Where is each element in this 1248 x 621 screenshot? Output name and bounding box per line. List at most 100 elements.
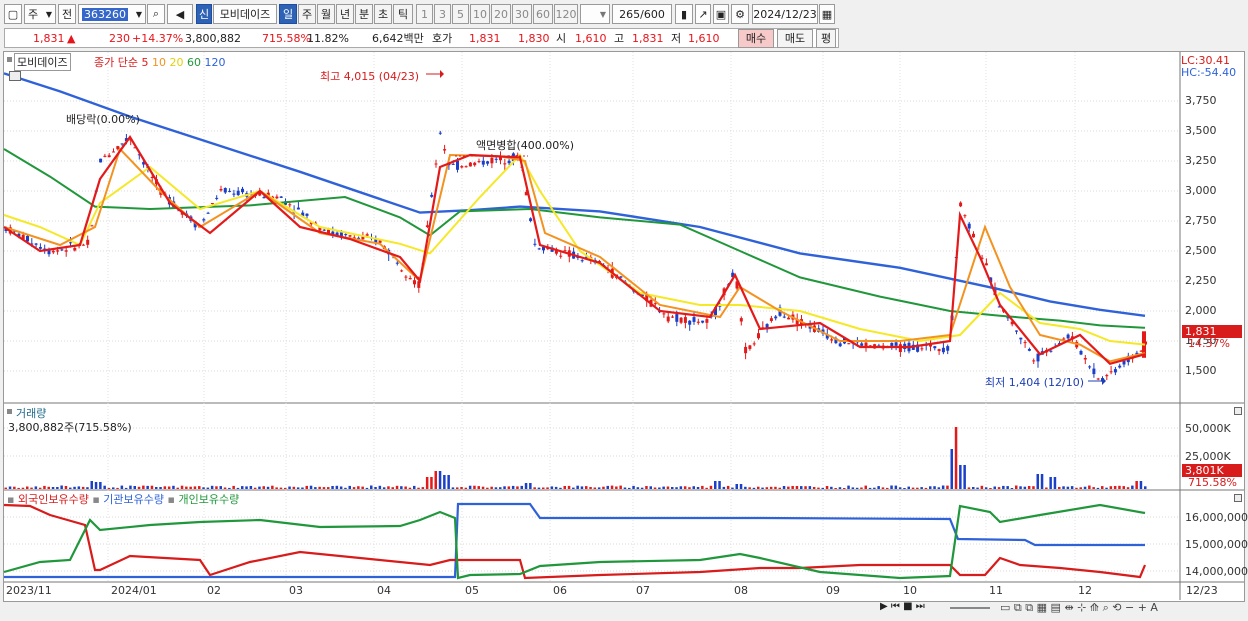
price-ytick: 3,250 — [1185, 154, 1217, 167]
volume-bar — [1023, 486, 1027, 489]
ma60-line — [3, 148, 1146, 329]
tool-icon[interactable]: ⟲ — [1112, 601, 1121, 614]
volume-bar — [443, 475, 446, 489]
stop-icon[interactable]: ■ — [903, 601, 912, 612]
volume-bar — [778, 487, 781, 489]
volume-bar — [744, 486, 747, 489]
volume-bar — [305, 485, 308, 489]
zoom-in-icon[interactable]: + — [1138, 601, 1147, 614]
volume-bar — [219, 486, 222, 489]
candle-body — [701, 320, 705, 323]
volume-bar — [73, 486, 76, 489]
volume-bar — [735, 484, 738, 489]
volume-bar — [296, 487, 300, 489]
volume-bar — [503, 486, 506, 489]
price-current-pct: 14.37% — [1188, 337, 1230, 350]
panel-icon[interactable] — [7, 57, 12, 62]
candle-body — [51, 250, 55, 253]
volume-bar — [782, 486, 786, 489]
zoom-out-icon[interactable]: − — [1125, 601, 1134, 614]
panel-icon[interactable] — [7, 409, 12, 414]
tool-icon[interactable]: ⌕ — [1103, 601, 1109, 614]
candle-body — [395, 262, 399, 264]
volume-bar — [550, 486, 554, 489]
candle-body — [705, 319, 709, 323]
volume-bar — [314, 487, 317, 489]
layout-icon[interactable]: ▦ — [1037, 601, 1047, 614]
volume-bar — [838, 487, 842, 489]
volume-bar — [739, 484, 743, 489]
volume-bar — [516, 486, 519, 489]
close-icon[interactable] — [1234, 407, 1242, 415]
volume-bar — [1118, 485, 1121, 489]
volume-bar — [726, 485, 730, 489]
candle-body — [120, 143, 124, 145]
volume-bar — [980, 485, 984, 489]
candle-body — [202, 219, 206, 221]
layout-icon[interactable]: ⧉ — [1014, 601, 1022, 614]
candle-body — [933, 346, 937, 349]
volume-bar — [714, 481, 717, 489]
x-axis-label: 06 — [553, 584, 567, 597]
x-axis-label: 07 — [636, 584, 650, 597]
text-icon[interactable]: A — [1150, 601, 1158, 614]
volume-bar — [245, 486, 248, 489]
volume-bar — [430, 477, 433, 489]
volume-bar — [765, 487, 769, 489]
volume-bar — [477, 486, 480, 489]
legend-marker: ▪ — [167, 493, 175, 506]
volume-bar — [1036, 474, 1039, 489]
volume-bar — [26, 486, 29, 489]
volume-bar — [920, 487, 923, 489]
volume-bar — [1135, 481, 1138, 489]
x-axis-label: 12 — [1078, 584, 1092, 597]
volume-bar — [929, 486, 932, 489]
price-ytick: 2,500 — [1185, 244, 1217, 257]
candle-body — [959, 202, 963, 207]
volume-bar — [653, 487, 657, 489]
volume-bar — [868, 487, 872, 489]
volume-bar — [249, 486, 253, 489]
price-ytick: 3,000 — [1185, 184, 1217, 197]
candle-body — [413, 280, 416, 285]
volume-bar — [576, 485, 579, 489]
fit-icon[interactable]: ⇹ — [1064, 601, 1073, 614]
candle-body — [1015, 330, 1018, 332]
volume-bar — [572, 487, 575, 489]
candle-body — [619, 276, 623, 278]
volume-bar — [99, 482, 102, 489]
tool-icon[interactable]: ⟰ — [1090, 601, 1099, 614]
tool-icon[interactable]: ⊹ — [1077, 601, 1086, 614]
skip-forward-icon[interactable]: ⏭ — [916, 601, 925, 612]
volume-bar — [309, 485, 313, 489]
candle-body — [941, 347, 945, 353]
candle-body — [275, 196, 279, 199]
ma120-line — [3, 72, 1146, 317]
individual-holding-line — [3, 503, 1146, 580]
candle-body — [1109, 371, 1113, 373]
table-icon[interactable] — [9, 71, 21, 81]
volume-bar — [1109, 486, 1113, 489]
close-icon[interactable] — [1234, 494, 1242, 502]
ma5-line — [3, 135, 1146, 366]
zoom-slider[interactable] — [950, 607, 990, 609]
scroll-right-icon[interactable]: ▶ — [880, 601, 888, 612]
volume-bar — [86, 487, 89, 489]
candle-body — [1049, 350, 1053, 352]
volume-bar — [262, 486, 265, 489]
volume-bar — [486, 487, 489, 489]
volume-bar — [215, 486, 218, 489]
volume-bar — [133, 486, 136, 489]
skip-back-icon[interactable]: ⏮ — [891, 601, 900, 612]
volume-bar — [1131, 485, 1134, 489]
layout-icon[interactable]: ▭ — [1000, 601, 1010, 614]
volume-bar — [597, 487, 601, 489]
volume-bar — [722, 486, 726, 489]
candle-body — [1083, 358, 1087, 360]
volume-bar — [757, 486, 760, 489]
layout-icon[interactable]: ⧉ — [1025, 601, 1033, 614]
volume-bar — [490, 486, 493, 489]
layout-icon[interactable]: ▤ — [1051, 601, 1061, 614]
volume-bar — [1062, 486, 1065, 489]
candle-body — [262, 197, 266, 199]
